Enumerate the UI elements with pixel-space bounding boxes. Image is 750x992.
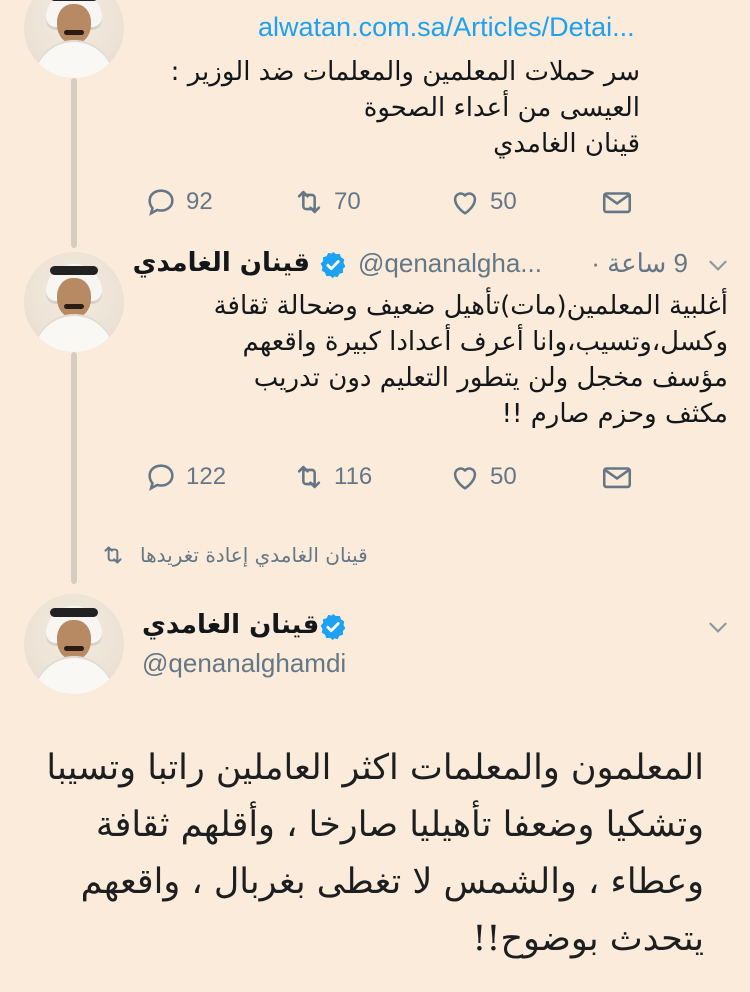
reply-button[interactable]: 122 xyxy=(144,457,226,497)
user-name[interactable]: قينان الغامدي xyxy=(142,610,319,640)
reply-count: 92 xyxy=(186,188,213,215)
retweet-count: 116 xyxy=(334,463,373,490)
tweet-text-line: يتحدث بوضوح!! xyxy=(472,919,704,959)
dm-button[interactable] xyxy=(600,182,642,222)
avatar[interactable] xyxy=(24,594,124,694)
retweet-button[interactable]: 116 xyxy=(292,457,372,497)
retweet-icon xyxy=(297,190,321,214)
verified-icon xyxy=(320,613,346,641)
tweet-time: 9 ساعة · xyxy=(591,248,688,278)
article-link[interactable]: alwatan.com.sa/Articles/Detai... xyxy=(258,12,635,43)
thread-line xyxy=(71,352,77,584)
tweet-text-line: مكثف وحزم صارم !! xyxy=(501,399,728,429)
retweet-icon xyxy=(297,465,321,489)
reply-icon xyxy=(148,464,174,491)
tweet-text-line: وتشكيا وضعفا تأهيليا صارخا ، وأقلهم ثقاف… xyxy=(95,805,704,845)
user-handle[interactable]: @qenanalghamdi xyxy=(142,648,346,679)
verified-icon xyxy=(320,251,346,279)
tweet-text-line: المعلمون والمعلمات اكثر العاملين راتبا و… xyxy=(46,748,704,788)
chevron-down-icon[interactable] xyxy=(705,252,731,278)
retweet-note: قينان الغامدي إعادة تغريدها xyxy=(100,540,368,570)
user-name[interactable]: قينان الغامدي xyxy=(133,248,310,278)
like-button[interactable]: 50 xyxy=(448,457,517,497)
reply-count: 122 xyxy=(186,463,227,490)
twitter-thread-screenshot: alwatan.com.sa/Articles/Detai... سر حملا… xyxy=(0,0,750,992)
tweet-text-line: وكسل،وتسيب،وانا أعرف أعدادا كبيرة واقعهم xyxy=(242,327,728,357)
tweet-text-line: وعطاء ، والشمس لا تغطى بغربال ، واقعهم xyxy=(80,862,704,902)
user-handle[interactable]: @qenanalgha... xyxy=(358,248,542,279)
tweet-actions: 122 116 50 xyxy=(140,457,660,497)
tweet-text-line: قينان الغامدي xyxy=(493,129,640,159)
tweet-text-line: أغلبية المعلمين(مات)تأهيل ضعيف وضحالة ثق… xyxy=(213,291,728,321)
retweet-count: 70 xyxy=(334,188,361,215)
dm-button[interactable] xyxy=(600,457,642,497)
like-button[interactable]: 50 xyxy=(448,182,517,222)
retweet-button[interactable]: 70 xyxy=(292,182,361,222)
dm-icon xyxy=(602,192,632,214)
retweet-note-text: قينان الغامدي إعادة تغريدها xyxy=(140,543,368,567)
like-count: 50 xyxy=(490,188,517,215)
reply-button[interactable]: 92 xyxy=(144,182,213,222)
like-count: 50 xyxy=(490,463,517,490)
tweet-text-line: العيسى من أعداء الصحوة xyxy=(363,93,640,123)
like-icon xyxy=(453,467,477,490)
tweet-actions: 92 70 50 xyxy=(140,182,660,222)
tweet-text-line: مؤسف مخجل ولن يتطور التعليم دون تدريب xyxy=(253,363,728,393)
dm-icon xyxy=(602,467,632,489)
reply-icon xyxy=(148,189,174,216)
like-icon xyxy=(453,192,477,215)
avatar[interactable] xyxy=(24,0,124,78)
retweet-icon xyxy=(104,546,122,564)
chevron-down-icon[interactable] xyxy=(705,614,731,640)
tweet-text-line: سر حملات المعلمين والمعلمات ضد الوزير : xyxy=(170,57,640,87)
avatar[interactable] xyxy=(24,252,124,352)
tweet-body: المعلمون والمعلمات اكثر العاملين راتبا و… xyxy=(4,740,704,968)
thread-line xyxy=(71,78,77,248)
